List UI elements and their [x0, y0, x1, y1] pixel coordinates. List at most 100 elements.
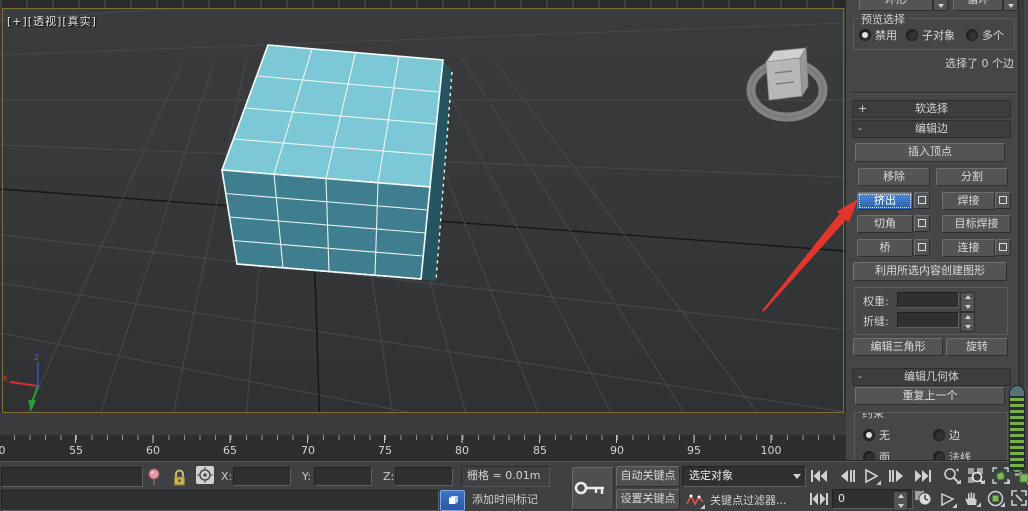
goto-end-button[interactable]	[912, 466, 934, 486]
radio-disable[interactable]: 禁用	[859, 27, 897, 43]
edit-geometry-toggle[interactable]: -	[858, 369, 862, 384]
world-axis-tripod: x z	[2, 352, 39, 412]
repeat-last-button[interactable]: 重复上一个	[855, 387, 1005, 405]
status-bar: X: Y: Z: 栅格 = 0.01m 添加时间标记 自动关键点 设置关键点 选…	[0, 460, 1028, 511]
split-button[interactable]: 分割	[936, 168, 1008, 186]
weld-settings-button[interactable]	[995, 192, 1011, 209]
crease-field[interactable]	[897, 312, 959, 328]
prompt-line	[1, 490, 439, 511]
viewport-label[interactable]: [+][透视][真实]	[7, 13, 97, 29]
z-coord-label: Z:	[383, 470, 395, 483]
play-button[interactable]	[860, 466, 882, 486]
pin-icon[interactable]	[143, 467, 165, 487]
frame-spinner[interactable]	[893, 491, 908, 511]
soft-selection-title: 软选择	[915, 102, 948, 115]
key-filters-button[interactable]: 关键点过滤器...	[710, 492, 787, 508]
constraint-none[interactable]: 无	[863, 427, 890, 443]
track-bar[interactable]	[0, 413, 846, 435]
soft-selection-toggle[interactable]: +	[858, 101, 867, 116]
3dsmax-window: x z [+][透视][真实] 环形 循环 预览选择 禁用 子对象	[0, 0, 1028, 511]
maximize-viewport-toggle[interactable]	[1008, 488, 1028, 508]
constraints-group: 约束 无 边 面 法线	[854, 412, 1008, 463]
perspective-viewport[interactable]: x z [+][透视][真实]	[0, 0, 845, 413]
bridge-button[interactable]: 桥	[857, 239, 913, 257]
weight-field[interactable]	[897, 292, 959, 308]
grid-size-display: 栅格 = 0.01m	[461, 466, 550, 487]
remove-button[interactable]: 移除	[858, 168, 930, 186]
timeline-label: 90	[610, 444, 624, 457]
zoom-extents-icon[interactable]	[964, 465, 986, 485]
key-mode-toggle[interactable]	[808, 489, 830, 509]
timeline-label: 60	[146, 444, 160, 457]
weight-spinner[interactable]	[960, 292, 975, 312]
time-configuration-icon[interactable]	[912, 488, 934, 508]
insert-vertex-button[interactable]: 插入顶点	[855, 143, 1005, 162]
previous-frame-button[interactable]	[836, 466, 858, 486]
rollout-edit-edges[interactable]: - 编辑边	[852, 120, 1011, 138]
pan-hand-icon[interactable]	[960, 488, 982, 508]
extrude-settings-button[interactable]	[914, 192, 930, 209]
set-keys-button[interactable]	[572, 467, 614, 510]
selection-set-value: 选定对象	[689, 469, 733, 482]
radio-multiple-dot[interactable]	[966, 29, 978, 41]
radio-subobject-label: 子对象	[922, 29, 955, 42]
selection-lock-icon[interactable]	[168, 467, 190, 487]
x-coord-field[interactable]	[233, 467, 291, 486]
loop-spinner[interactable]	[1003, 0, 1018, 11]
selection-region-icon[interactable]	[936, 489, 958, 509]
teal-box-object[interactable]	[0, 0, 845, 413]
orbit-icon[interactable]	[984, 488, 1006, 508]
radio-disable-dot[interactable]	[859, 29, 871, 41]
edit-edges-toggle[interactable]: -	[858, 121, 862, 136]
radio-subobject-dot[interactable]	[906, 29, 918, 41]
svg-text:z: z	[34, 352, 39, 363]
selection-status: 选择了 0 个边	[945, 57, 1014, 70]
key-filter-curve-icon[interactable]	[684, 490, 706, 510]
bridge-settings-button[interactable]	[914, 239, 930, 256]
current-frame-field[interactable]: 0	[832, 489, 913, 511]
viewcube-gizmo[interactable]	[742, 40, 837, 130]
radio-subobject[interactable]: 子对象	[906, 27, 955, 43]
turn-button[interactable]: 旋转	[946, 338, 1008, 356]
selection-set-dropdown[interactable]: 选定对象	[682, 466, 806, 487]
maxscript-mini-listener[interactable]	[1, 467, 143, 487]
edit-triangulation-button[interactable]: 编辑三角形	[853, 338, 943, 356]
absolute-mode-icon[interactable]	[193, 465, 217, 485]
crease-spinner[interactable]	[960, 312, 975, 332]
weld-button[interactable]: 焊接	[942, 192, 995, 210]
constraint-edge-label: 边	[949, 429, 960, 442]
rollout-soft-selection[interactable]: + 软选择	[852, 100, 1011, 118]
constraint-edge-dot[interactable]	[933, 429, 945, 441]
zoom-extents-selected-icon[interactable]	[989, 465, 1011, 485]
constraint-none-dot[interactable]	[863, 429, 875, 441]
create-shape-button[interactable]: 利用所选内容创建图形	[853, 262, 1007, 281]
auto-key-button[interactable]: 自动关键点	[616, 466, 680, 487]
adaptive-degradation-icon[interactable]	[440, 490, 465, 511]
chamfer-settings-button[interactable]	[914, 215, 930, 232]
ring-spinner[interactable]	[933, 0, 948, 11]
rollout-edit-geometry[interactable]: - 编辑几何体	[852, 368, 1011, 386]
panel-separator	[850, 92, 1020, 93]
timeline-label: 75	[378, 444, 392, 457]
loop-button[interactable]: 循环	[953, 0, 1003, 11]
z-coord-field[interactable]	[395, 467, 453, 486]
goto-start-button[interactable]	[808, 466, 830, 486]
target-weld-button[interactable]: 目标焊接	[942, 215, 1011, 233]
current-frame-value: 0	[838, 492, 845, 505]
radio-disable-label: 禁用	[875, 29, 897, 42]
y-coord-field[interactable]	[314, 467, 372, 486]
extrude-button[interactable]: 挤出	[857, 192, 913, 210]
connect-button[interactable]: 连接	[942, 239, 995, 257]
set-key-button[interactable]: 设置关键点	[616, 489, 680, 510]
zoom-icon[interactable]	[940, 465, 962, 485]
ring-button[interactable]: 环形	[859, 0, 933, 11]
next-frame-button[interactable]	[886, 466, 908, 486]
radio-multiple[interactable]: 多个	[966, 27, 1004, 43]
edit-geometry-title: 编辑几何体	[904, 370, 959, 383]
chamfer-button[interactable]: 切角	[857, 215, 913, 233]
add-time-tag[interactable]: 添加时间标记	[466, 490, 550, 510]
connect-settings-button[interactable]	[995, 239, 1011, 256]
radio-multiple-label: 多个	[982, 29, 1004, 42]
timeline-ruler[interactable]: 0 55 60 65 70 75 80 85 90 95 100	[0, 435, 846, 460]
constraint-edge[interactable]: 边	[933, 427, 960, 443]
